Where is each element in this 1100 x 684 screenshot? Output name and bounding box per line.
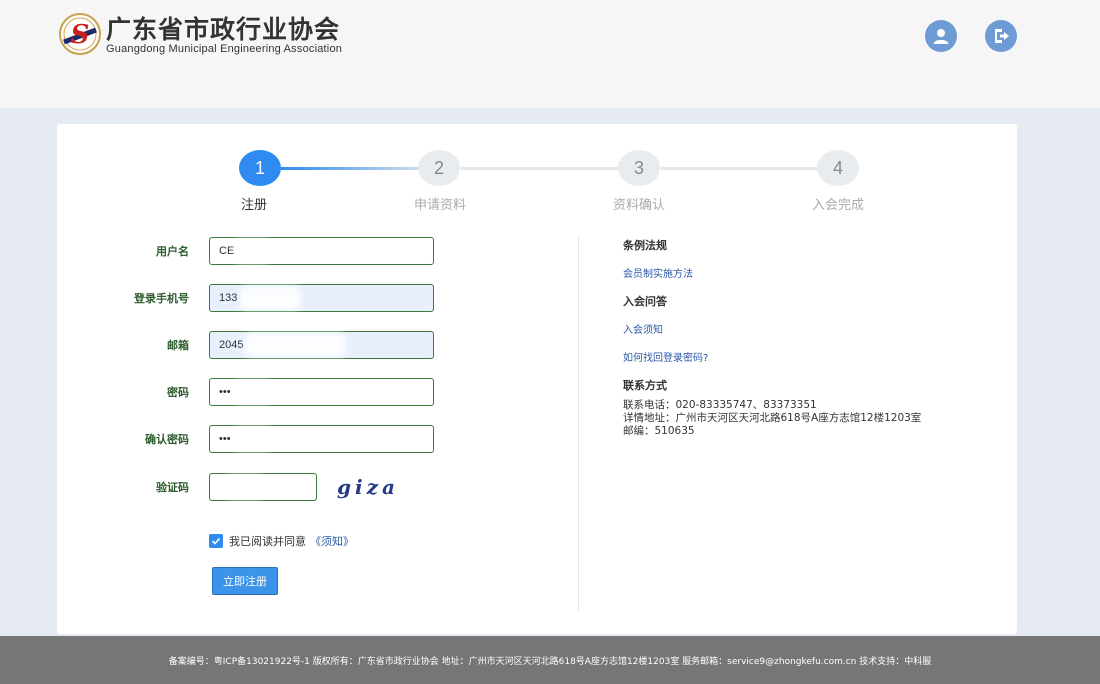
- site-title: 广东省市政行业协会: [106, 15, 341, 44]
- step-3-circle: 3: [618, 150, 660, 186]
- step-connector-2: [461, 167, 639, 170]
- email-label: 邮箱: [167, 339, 189, 352]
- contact-address: 详情地址：广州市天河区天河北路618号A座方志馆12楼1203室: [623, 412, 922, 424]
- agreement: 我已阅读并同意 《须知》: [209, 533, 354, 549]
- agree-text: 我已阅读并同意: [229, 535, 306, 548]
- registration-card: 1 注册 2 申请资料 3 资料确认 4 入会完成 用户名 登录手机号 邮箱 密…: [57, 124, 1017, 634]
- captcha-label: 验证码: [156, 481, 189, 494]
- password-label: 密码: [167, 386, 189, 399]
- step-4-label: 入会完成: [811, 198, 865, 213]
- captcha-image[interactable]: giza: [337, 475, 399, 499]
- footer: 备案编号：粤ICP备13021922号-1 版权所有：广东省市政行业协会 地址：…: [0, 636, 1100, 684]
- captcha-input[interactable]: [209, 473, 317, 501]
- notice-link[interactable]: 《须知》: [310, 533, 354, 549]
- step-1-label: 注册: [240, 198, 268, 213]
- step-2-circle: 2: [418, 150, 460, 186]
- logout-icon: [995, 29, 1009, 43]
- progress-steps: 1 注册 2 申请资料 3 资料确认 4 入会完成: [57, 124, 1017, 224]
- vertical-divider: [578, 236, 579, 611]
- step-connector-1: [281, 167, 439, 170]
- recover-password-link[interactable]: 如何找回登录密码?: [623, 349, 1003, 364]
- association-logo-icon: S: [59, 13, 101, 55]
- checkmark-icon: [211, 537, 221, 545]
- step-4-circle: 4: [817, 150, 859, 186]
- redaction-blur: [240, 286, 300, 310]
- user-icon: [933, 29, 949, 44]
- join-notice-link[interactable]: 入会须知: [623, 321, 1003, 336]
- username-label: 用户名: [156, 245, 189, 258]
- phone-label: 登录手机号: [134, 292, 189, 305]
- info-panel: 条例法规 会员制实施方法 入会问答 入会须知 如何找回登录密码? 联系方式 联系…: [623, 237, 1003, 438]
- faq-heading: 入会问答: [623, 295, 667, 308]
- contact-zip: 邮编：510635: [623, 425, 695, 437]
- logo-letter: S: [71, 20, 90, 50]
- step-1-circle: 1: [239, 150, 281, 186]
- redaction-blur: [235, 239, 269, 263]
- header: S 广东省市政行业协会 Guangdong Municipal Engineer…: [0, 0, 1100, 108]
- redaction-blur: [245, 333, 345, 357]
- redaction-blur: [235, 380, 271, 404]
- redaction-blur: [227, 475, 263, 499]
- footer-text: 备案编号：粤ICP备13021922号-1 版权所有：广东省市政行业协会 地址：…: [168, 656, 932, 667]
- user-button[interactable]: [925, 20, 957, 52]
- step-connector-3: [661, 167, 839, 170]
- membership-rules-link[interactable]: 会员制实施方法: [623, 265, 1003, 280]
- step-3-label: 资料确认: [612, 198, 666, 213]
- contact-heading: 联系方式: [623, 379, 667, 392]
- register-button[interactable]: 立即注册: [212, 567, 278, 595]
- confirm-password-label: 确认密码: [145, 433, 189, 446]
- logout-button[interactable]: [985, 20, 1017, 52]
- rules-heading: 条例法规: [623, 239, 667, 252]
- step-2-label: 申请资料: [413, 198, 467, 213]
- site-subtitle: Guangdong Municipal Engineering Associat…: [106, 43, 343, 55]
- logo[interactable]: S 广东省市政行业协会 Guangdong Municipal Engineer…: [58, 10, 358, 60]
- redaction-blur: [235, 427, 271, 451]
- agree-checkbox[interactable]: [209, 534, 223, 548]
- contact-phone: 联系电话：020-83335747、83373351: [623, 399, 817, 411]
